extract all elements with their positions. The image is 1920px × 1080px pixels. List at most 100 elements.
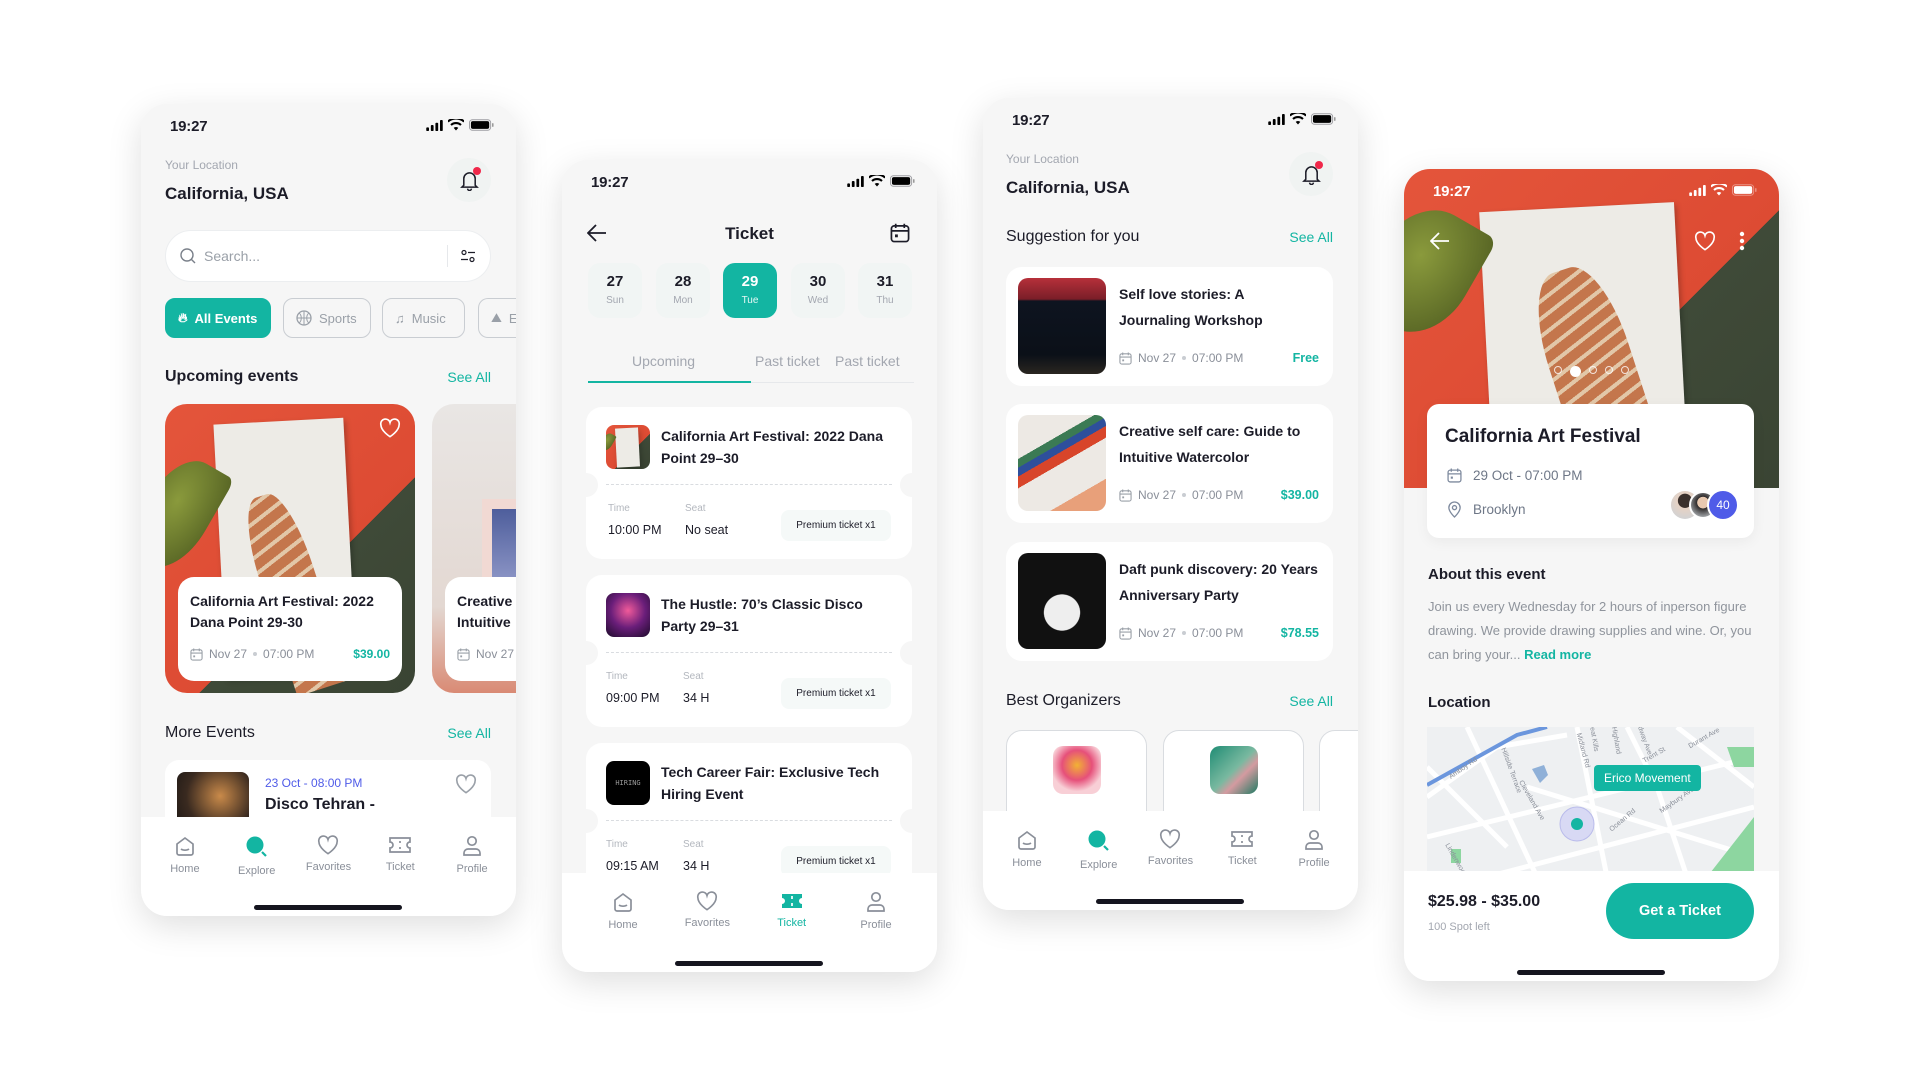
suggestion-see-all[interactable]: See All <box>1289 229 1333 245</box>
event-thumbnail <box>1018 278 1106 374</box>
suggestion-card[interactable]: Self love stories: A Journaling Workshop… <box>1006 267 1333 386</box>
ticket-card[interactable]: California Art Festival: 2022 Dana Point… <box>574 407 924 559</box>
tab-profile[interactable]: Profile <box>1279 811 1349 910</box>
tab-past-ticket[interactable]: Past ticket <box>835 353 900 369</box>
tab-profile[interactable]: Profile <box>841 873 911 972</box>
filter-icon[interactable] <box>460 249 476 263</box>
date-chip[interactable]: 31 Thu <box>858 263 912 318</box>
event-title: Disco Tehran - <box>265 796 375 813</box>
get-ticket-button[interactable]: Get a Ticket <box>1606 883 1754 939</box>
event-card[interactable]: California Art Festival: 2022 Dana Point… <box>165 404 415 693</box>
time-label: Time <box>606 839 628 850</box>
spots-left: 100 Spot left <box>1428 921 1490 933</box>
event-card[interactable]: Creative Intuitive Nov 27 <box>432 404 516 693</box>
status-icons <box>1689 184 1757 196</box>
back-arrow-icon[interactable] <box>1430 232 1450 250</box>
calendar-icon[interactable] <box>890 223 910 243</box>
event-time: 07:00 PM <box>1192 351 1244 365</box>
suggestion-card[interactable]: Daft punk discovery: 20 Years Anniversar… <box>1006 542 1333 661</box>
carousel-dot-active[interactable] <box>1570 366 1581 377</box>
upcoming-title: Upcoming events <box>165 368 299 385</box>
event-price: $39.00 <box>1280 488 1319 502</box>
tab-favorites[interactable]: Favorites <box>672 873 742 972</box>
notification-button[interactable] <box>447 158 491 202</box>
tab-profile[interactable]: Profile <box>437 817 507 916</box>
event-price: Free <box>1292 351 1319 365</box>
tab-upcoming[interactable]: Upcoming <box>632 353 695 369</box>
upcoming-see-all[interactable]: See All <box>447 369 491 385</box>
date-chip[interactable]: 27 Sun <box>588 263 642 318</box>
status-time: 19:27 <box>170 118 208 135</box>
carousel-dot[interactable] <box>1554 366 1562 374</box>
tab-past-ticket[interactable]: Past ticket <box>755 353 820 369</box>
ticket-card[interactable]: The Hustle: 70’s Classic Disco Party 29–… <box>574 575 924 727</box>
page-title: Ticket <box>725 224 774 243</box>
event-info-card: California Art Festival 29 Oct - 07:00 P… <box>1427 404 1754 538</box>
search-input[interactable] <box>204 248 447 264</box>
chip-all-events[interactable]: 🔥︎ All Events <box>165 298 271 338</box>
profile-icon <box>866 891 886 913</box>
heart-icon[interactable] <box>379 418 401 438</box>
chip-music[interactable]: ♫ Music <box>382 298 465 338</box>
heart-icon[interactable] <box>1694 231 1716 251</box>
tab-bar: Home Favorites Ticket Profile <box>562 873 937 972</box>
location-value[interactable]: California, USA <box>165 184 289 204</box>
tab-ticket[interactable]: Ticket <box>1207 811 1277 910</box>
date-chip[interactable]: 30 Wed <box>791 263 845 318</box>
signal-icon <box>847 176 864 187</box>
home-icon <box>174 835 196 857</box>
wifi-icon <box>869 175 885 187</box>
profile-icon <box>1304 829 1324 851</box>
location-map[interactable]: Amboy Rd Hillside Terrace Cleveland Ave Mid… <box>1427 727 1754 877</box>
date-chip[interactable]: 28 Mon <box>656 263 710 318</box>
carousel-dots[interactable] <box>1404 366 1779 377</box>
chip-sports[interactable]: Sports <box>283 298 371 338</box>
ticket-thumbnail: HIRING <box>606 761 650 805</box>
event-date: Nov 27 <box>209 647 248 661</box>
tab-ticket[interactable]: Ticket <box>757 873 827 972</box>
seat-label: Seat <box>685 503 706 514</box>
ticket-screen: 19:27 Ticket 27 Sun 28 Mon 29 Tue 30 Wed 31 T… <box>562 160 937 972</box>
suggestion-card[interactable]: Creative self care: Guide to Intuitive W… <box>1006 404 1333 523</box>
tab-favorites[interactable]: Favorites <box>293 817 363 916</box>
tab-bar: Home Explore Favorites Ticket Profile <box>141 817 516 916</box>
status-time: 19:27 <box>1433 183 1471 200</box>
chip-label: Sports <box>319 310 357 326</box>
wifi-icon <box>1711 184 1727 196</box>
tab-favorites[interactable]: Favorites <box>1135 811 1205 910</box>
read-more-link[interactable]: Read more <box>1524 647 1591 662</box>
heart-icon <box>1159 829 1181 849</box>
tab-explore[interactable]: Explore <box>1064 811 1134 910</box>
notification-button[interactable] <box>1289 152 1333 196</box>
event-title: Self love stories: A Journaling Workshop <box>1119 286 1263 328</box>
purchase-bar: $25.98 - $35.00 100 Spot left Get a Tick… <box>1404 871 1779 981</box>
carousel-dot[interactable] <box>1589 366 1597 374</box>
more-options-icon[interactable] <box>1739 231 1745 251</box>
attendee-count-badge[interactable]: 40 <box>1707 489 1739 521</box>
tab-home[interactable]: Home <box>992 811 1062 910</box>
calendar-icon <box>1119 489 1132 502</box>
about-title: About this event <box>1428 566 1546 583</box>
tab-home[interactable]: Home <box>150 817 220 916</box>
more-events-see-all[interactable]: See All <box>447 725 491 741</box>
search-bar <box>165 230 491 282</box>
heart-icon[interactable] <box>455 774 477 794</box>
ball-icon <box>296 310 312 326</box>
chip-more[interactable]: ⛰E <box>478 298 516 338</box>
carousel-dot[interactable] <box>1621 366 1629 374</box>
carousel-dot[interactable] <box>1605 366 1613 374</box>
date-chip-selected[interactable]: 29 Tue <box>723 263 777 318</box>
tab-explore[interactable]: Explore <box>222 817 292 916</box>
tab-home[interactable]: Home <box>588 873 658 972</box>
status-icons <box>1268 113 1336 125</box>
location-value[interactable]: California, USA <box>1006 178 1130 198</box>
organizers-see-all[interactable]: See All <box>1289 693 1333 709</box>
suggestion-title: Suggestion for you <box>1006 228 1140 245</box>
tab-ticket[interactable]: Ticket <box>365 817 435 916</box>
signal-icon <box>1268 114 1285 125</box>
event-price: $39.00 <box>353 647 390 661</box>
ticket-time: 10:00 PM <box>608 523 662 537</box>
event-title: Daft punk discovery: 20 Years Anniversar… <box>1119 561 1318 603</box>
wifi-icon <box>448 119 464 131</box>
art-icon: ⛰ <box>491 310 502 325</box>
